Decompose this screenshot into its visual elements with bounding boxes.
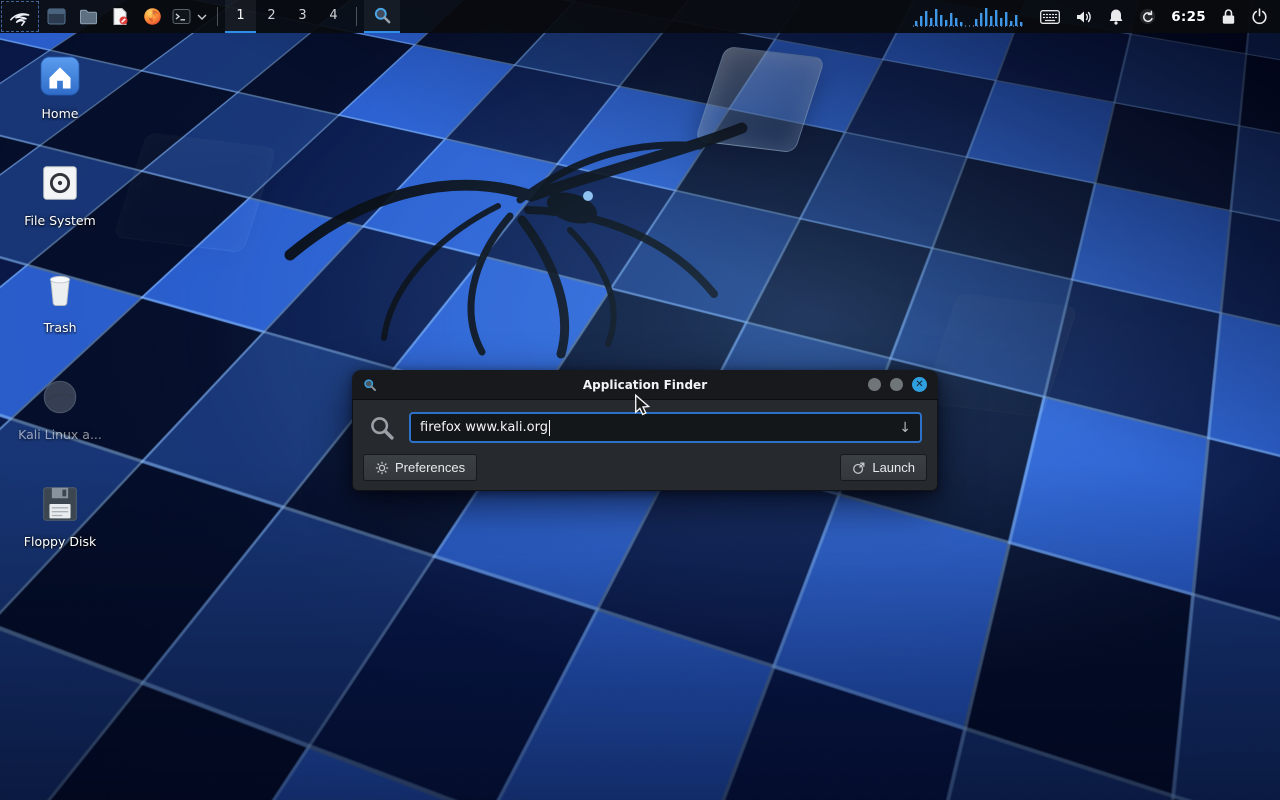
floppy-disk-icon: [36, 480, 84, 528]
workspace-button-2[interactable]: 2: [256, 0, 287, 33]
file-manager-launcher[interactable]: [40, 0, 72, 33]
folder-icon: [79, 7, 98, 26]
system-tray: 6:25: [913, 0, 1280, 33]
file-system-icon: [36, 159, 84, 207]
volume-icon: [1075, 9, 1093, 25]
close-button[interactable]: ✕: [912, 377, 927, 392]
taskbar-application-finder[interactable]: [364, 0, 400, 33]
text-caret: [549, 420, 550, 436]
power-icon: [1251, 8, 1268, 25]
desktop-screen: 1 2 3 4: [0, 0, 1280, 800]
keyboard-layout-button[interactable]: [1040, 10, 1060, 24]
workspace-button-3[interactable]: 3: [287, 0, 318, 33]
chevron-down-icon: [197, 13, 207, 21]
lock-screen-button[interactable]: [1221, 8, 1236, 25]
panel-clock[interactable]: 6:25: [1171, 9, 1206, 25]
search-row: firefox www.kali.org ↓: [368, 412, 922, 443]
text-editor-icon: [111, 7, 129, 26]
application-finder-icon: [373, 6, 392, 25]
audio-spectrum-widget[interactable]: [913, 6, 1025, 28]
home-icon: [36, 52, 84, 100]
logout-button[interactable]: [1251, 8, 1268, 25]
desktop-icon-label: Floppy Disk: [24, 534, 96, 549]
maximize-button[interactable]: [890, 378, 903, 391]
launch-icon: [852, 461, 866, 475]
titlebar[interactable]: Application Finder ✕: [352, 370, 938, 400]
launch-button[interactable]: Launch: [840, 454, 927, 481]
history-dropdown-arrow-icon[interactable]: ↓: [891, 420, 911, 436]
launch-label: Launch: [872, 460, 915, 475]
application-finder-window: Application Finder ✕ firefox www.kali.or…: [352, 370, 938, 491]
keyboard-icon: [1040, 10, 1060, 24]
dialog-body: firefox www.kali.org ↓ Preferences: [352, 400, 938, 491]
notifications-button[interactable]: [1108, 8, 1124, 25]
desktop-icon-label: Trash: [43, 320, 76, 335]
applications-menu-button[interactable]: [1, 1, 39, 32]
window-app-icon: [363, 378, 377, 392]
preferences-button[interactable]: Preferences: [363, 454, 477, 481]
button-row: Preferences Launch: [363, 454, 927, 481]
desktop-icon-column: Home File System Trash: [12, 52, 108, 587]
terminal-launcher[interactable]: [168, 0, 194, 33]
terminal-icon: [172, 7, 191, 26]
desktop-icon-home[interactable]: Home: [12, 52, 108, 159]
panel-separator: [217, 7, 218, 26]
preferences-label: Preferences: [395, 460, 465, 475]
minimize-button[interactable]: [868, 378, 881, 391]
search-input[interactable]: firefox www.kali.org ↓: [409, 412, 922, 443]
terminal-dropdown-button[interactable]: [194, 0, 210, 33]
window-controls: ✕: [868, 377, 927, 392]
text-editor-launcher[interactable]: [104, 0, 136, 33]
search-icon: [368, 414, 396, 442]
desktop-icon-floppy-disk[interactable]: Floppy Disk: [12, 480, 108, 587]
desktop-icon-label: Home: [42, 106, 79, 121]
volume-button[interactable]: [1075, 9, 1093, 25]
desktop-icon-file-system[interactable]: File System: [12, 159, 108, 266]
panel-separator: [356, 7, 357, 26]
desktop-icon-label: Kali Linux a...: [18, 427, 102, 442]
firefox-launcher[interactable]: [136, 0, 168, 33]
search-input-value: firefox www.kali.org: [420, 420, 548, 435]
desktop-icon-trash[interactable]: Trash: [12, 266, 108, 373]
file-manager-icon: [47, 7, 66, 26]
bell-icon: [1108, 8, 1124, 25]
kali-disc-icon: [36, 373, 84, 421]
workspace-button-1[interactable]: 1: [225, 0, 256, 33]
trash-icon: [36, 266, 84, 314]
lock-icon: [1221, 8, 1236, 25]
update-icon: [1139, 8, 1156, 25]
window-title: Application Finder: [352, 378, 938, 392]
firefox-icon: [143, 7, 162, 26]
desktop-icon-label: File System: [24, 213, 96, 228]
desktop-icon-kali-linux[interactable]: Kali Linux a...: [12, 373, 108, 480]
kali-logo-icon: [9, 6, 31, 28]
updates-button[interactable]: [1139, 8, 1156, 25]
workspace-button-4[interactable]: 4: [318, 0, 349, 33]
gear-icon: [375, 461, 389, 475]
folder-launcher[interactable]: [72, 0, 104, 33]
top-panel: 1 2 3 4: [0, 0, 1280, 33]
